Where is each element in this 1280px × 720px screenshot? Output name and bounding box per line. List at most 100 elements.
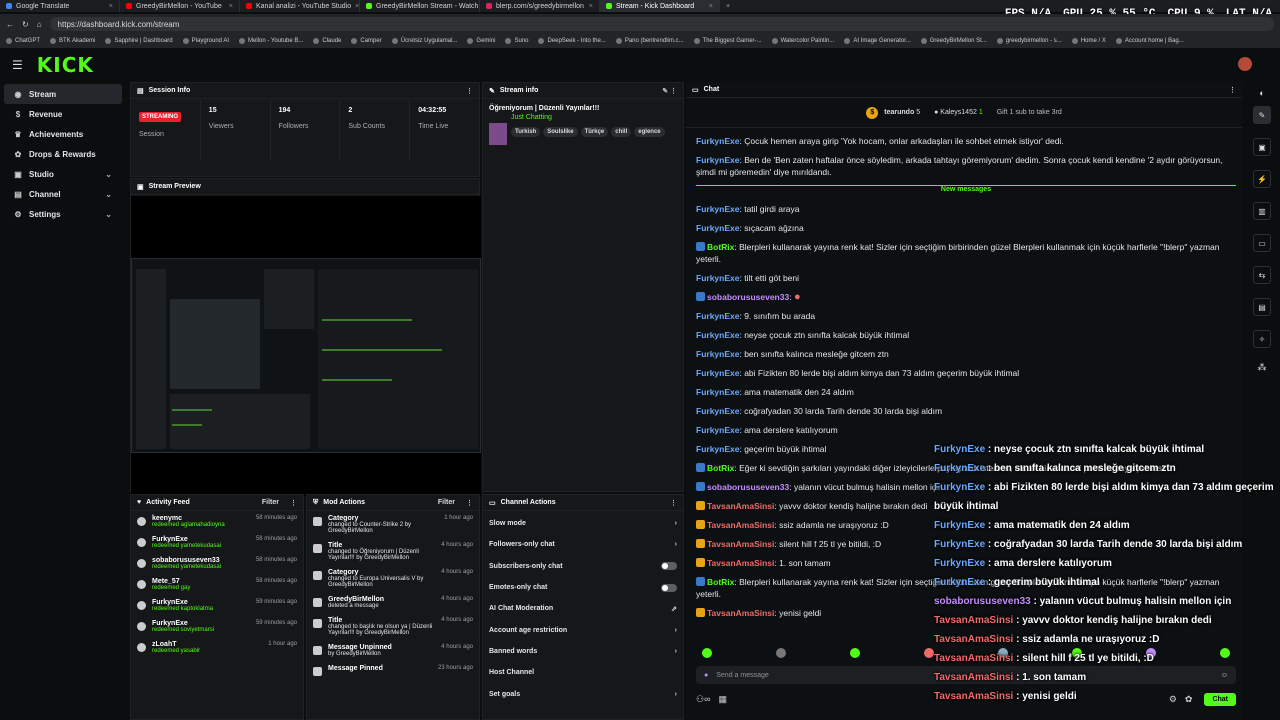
chat-username[interactable]: TavsanAmaSinsi [707, 558, 774, 568]
browser-tab[interactable]: blerp.com/s/greedybirmellon × [480, 0, 600, 12]
avatar[interactable] [1238, 57, 1252, 71]
channel-action-slow-mode[interactable]: Slow mode › [483, 513, 683, 534]
filter-button[interactable]: Filter [262, 499, 279, 506]
bookmark-item[interactable]: AI Image Generator... [844, 38, 911, 44]
sidebar-item-studio[interactable]: ▣ Studio ⌄ [4, 164, 122, 184]
channel-action-subscribers-only-chat[interactable]: Subscribers-only chat [483, 556, 683, 577]
home-icon[interactable]: ⌂ [37, 20, 42, 29]
stream-tag[interactable]: Turkish [511, 127, 541, 137]
activity-user[interactable]: sobaborususeven33 [152, 557, 221, 564]
channel-action-banned-words[interactable]: Banned words › [483, 641, 683, 662]
chat-username[interactable]: BotRix [707, 577, 734, 587]
chat-username[interactable]: BotRix [707, 242, 734, 252]
chat-username[interactable]: FurkynExe [696, 387, 739, 397]
chat-username[interactable]: sobaborususeven33 [707, 292, 789, 302]
bookmark-item[interactable]: Watercolor Paintin... [771, 38, 834, 44]
chat-username[interactable]: BotRix [707, 463, 734, 473]
bolt-button[interactable]: ⚡ [1253, 170, 1271, 188]
gift-cta[interactable]: Gift 1 sub to take 3rd [997, 109, 1062, 116]
activity-user[interactable]: FurkynExe [152, 620, 214, 627]
kick-logo[interactable]: KICK [37, 53, 94, 77]
close-icon[interactable]: × [229, 3, 233, 10]
theme-icon[interactable]: ◐ [1244, 88, 1280, 98]
bookmark-item[interactable]: BTK Akademi [50, 38, 95, 44]
sidebar-item-achievements[interactable]: ♛ Achievements [4, 124, 122, 144]
bookmark-item[interactable]: Suno [505, 38, 528, 44]
bookmark-item[interactable]: DeepSeek - Into the... [538, 38, 606, 44]
bookmark-item[interactable]: Camper [351, 38, 382, 44]
channel-action-ai-chat-moderation[interactable]: AI Chat Moderation ⇗ [483, 598, 683, 619]
calendar-icon[interactable]: ▦ [718, 694, 727, 705]
share-icon[interactable]: ⁂ [1244, 362, 1280, 373]
more-icon[interactable]: ⋮ [670, 499, 677, 507]
emote-icon[interactable] [924, 648, 934, 658]
browser-tab[interactable]: GreedyBirMellon Stream - Watch× [360, 0, 480, 12]
emote-icon[interactable] [776, 648, 786, 658]
edit-icon[interactable]: ✎ ⋮ [662, 87, 677, 95]
bookmark-item[interactable]: Ücretsiz Uygulamal... [391, 38, 457, 44]
more-icon[interactable]: ⋮ [1229, 86, 1236, 94]
toggle-switch[interactable] [661, 562, 677, 571]
emote-icon[interactable] [850, 648, 860, 658]
edit-layout-button[interactable]: ✎ [1253, 106, 1271, 124]
sidebar-item-channel[interactable]: ▤ Channel ⌄ [4, 184, 122, 204]
chat-username[interactable]: FurkynExe [696, 204, 739, 214]
activity-user[interactable]: FurkynExe [152, 599, 213, 606]
filter-button[interactable]: Filter [438, 499, 455, 506]
points-icon[interactable]: ⚇∞ [696, 694, 710, 705]
chat-username[interactable]: TavsanAmaSinsi [707, 520, 774, 530]
close-icon[interactable]: × [589, 3, 593, 10]
bookmark-item[interactable]: Playground AI [182, 38, 229, 44]
stream-tag[interactable]: Türkçe [580, 127, 609, 137]
stream-preview-video[interactable] [131, 196, 481, 496]
trash-button[interactable]: ▥ [1253, 202, 1271, 220]
chat-username[interactable]: FurkynExe [696, 444, 739, 454]
channel-action-host-channel[interactable]: Host Channel [483, 662, 683, 683]
chat-username[interactable]: sobaborususeven33 [707, 482, 789, 492]
bookmark-item[interactable]: Claude [313, 38, 341, 44]
store-button[interactable]: ▤ [1253, 298, 1271, 316]
stats-button[interactable]: ▣ [1253, 138, 1271, 156]
chat-username[interactable]: TavsanAmaSinsi [707, 539, 774, 549]
chat-button[interactable]: ▭ [1253, 234, 1271, 252]
wrench-button[interactable]: ✧ [1253, 330, 1271, 348]
sidebar-item-revenue[interactable]: $ Revenue [4, 104, 122, 124]
chat-username[interactable]: FurkynExe [696, 349, 739, 359]
bookmark-item[interactable]: Sapphire | Dashboard [105, 38, 173, 44]
emote-icon[interactable] [702, 648, 712, 658]
more-icon[interactable]: ⋮ [466, 87, 473, 95]
sidebar-item-drops-rewards[interactable]: ✿ Drops & Rewards [4, 144, 122, 164]
sidebar-item-settings[interactable]: ⚙ Settings ⌄ [4, 204, 122, 224]
sidebar-item-stream[interactable]: ◉ Stream [4, 84, 122, 104]
chat-username[interactable]: FurkynExe [696, 368, 739, 378]
back-icon[interactable]: ← [6, 20, 14, 29]
bookmark-item[interactable]: Gemini [467, 38, 495, 44]
browser-tab[interactable]: Kanal analizi - YouTube Studio × [240, 0, 360, 12]
bookmark-item[interactable]: The Biggest Gamer-... [693, 38, 762, 44]
browser-tab[interactable]: Stream - Kick Dashboard × [600, 0, 720, 12]
chat-username[interactable]: FurkynExe [696, 330, 739, 340]
chat-username[interactable]: FurkynExe [696, 273, 739, 283]
chat-username[interactable]: FurkynExe [696, 223, 739, 233]
chat-username[interactable]: FurkynExe [696, 425, 739, 435]
close-icon[interactable]: × [109, 3, 113, 10]
activity-user[interactable]: keenymc [152, 515, 225, 522]
browser-tab[interactable]: Google Translate × [0, 0, 120, 12]
bookmark-item[interactable]: Account home | Bag... [1115, 38, 1184, 44]
url-input[interactable]: https://dashboard.kick.com/stream [49, 17, 1274, 31]
toggle-switch[interactable] [661, 583, 677, 592]
channel-action-set-goals[interactable]: Set goals › [483, 683, 683, 704]
chat-username[interactable]: FurkynExe [696, 406, 739, 416]
chat-username[interactable]: TavsanAmaSinsi [707, 608, 774, 618]
bookmark-item[interactable]: Pano (bentrendlim.c... [615, 38, 684, 44]
chat-username[interactable]: TavsanAmaSinsi [707, 501, 774, 511]
link-button[interactable]: ⇆ [1253, 266, 1271, 284]
new-tab-icon[interactable]: + [720, 3, 736, 10]
bookmark-item[interactable]: Home / X [1071, 38, 1106, 44]
activity-user[interactable]: Mete_57 [152, 578, 190, 585]
reload-icon[interactable]: ↻ [22, 20, 29, 29]
channel-action-emotes-only-chat[interactable]: Emotes-only chat [483, 577, 683, 598]
menu-icon[interactable]: ☰ [12, 58, 23, 72]
channel-action-followers-only-chat[interactable]: Followers-only chat › [483, 534, 683, 555]
stream-category[interactable]: Just Chatting [483, 114, 683, 121]
